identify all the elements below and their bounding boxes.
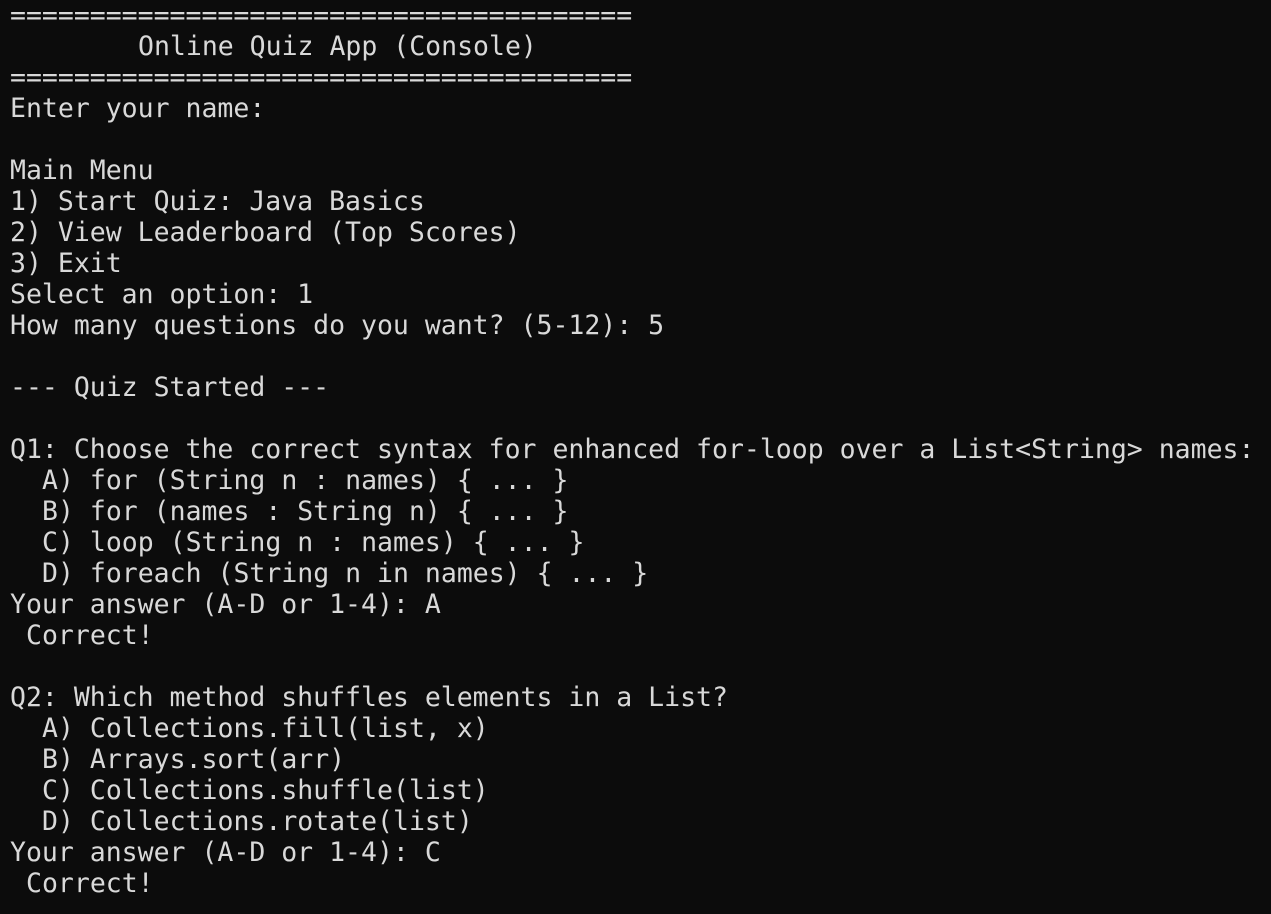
quiz-started-banner: --- Quiz Started --- bbox=[10, 372, 330, 403]
app-title: Online Quiz App (Console) bbox=[138, 31, 537, 62]
answer-line: Your answer (A-D or 1-4): C bbox=[10, 837, 441, 868]
question-count-prompt: How many questions do you want? (5-12): … bbox=[10, 310, 665, 341]
option-b: B) for (names : String n) { ... } bbox=[42, 496, 569, 527]
name-prompt: Enter your name: bbox=[10, 93, 266, 124]
option-a: A) Collections.fill(list, x) bbox=[42, 713, 489, 744]
question-text: Q2: Which method shuffles elements in a … bbox=[10, 682, 728, 713]
result-correct: Correct! bbox=[26, 620, 154, 651]
option-c: C) Collections.shuffle(list) bbox=[42, 775, 489, 806]
option-b: B) Arrays.sort(arr) bbox=[42, 744, 346, 775]
option-c: C) loop (String n : names) { ... } bbox=[42, 527, 585, 558]
option-d: D) Collections.rotate(list) bbox=[42, 806, 473, 837]
menu-heading: Main Menu bbox=[10, 155, 154, 186]
menu-item-leaderboard: 2) View Leaderboard (Top Scores) bbox=[10, 217, 521, 248]
header-rule-bottom: ======================================= bbox=[10, 62, 633, 93]
header-rule-top: ======================================= bbox=[10, 0, 633, 31]
menu-item-start-quiz: 1) Start Quiz: Java Basics bbox=[10, 186, 425, 217]
result-correct: Correct! bbox=[26, 868, 154, 899]
menu-item-exit: 3) Exit bbox=[10, 248, 122, 279]
answer-line: Your answer (A-D or 1-4): A bbox=[10, 589, 441, 620]
question-text: Q1: Choose the correct syntax for enhanc… bbox=[10, 434, 1255, 465]
console-window[interactable]: ======================================= … bbox=[0, 0, 1271, 914]
option-d: D) foreach (String n in names) { ... } bbox=[42, 558, 649, 589]
option-a: A) for (String n : names) { ... } bbox=[42, 465, 569, 496]
select-option-prompt: Select an option: 1 bbox=[10, 279, 314, 310]
